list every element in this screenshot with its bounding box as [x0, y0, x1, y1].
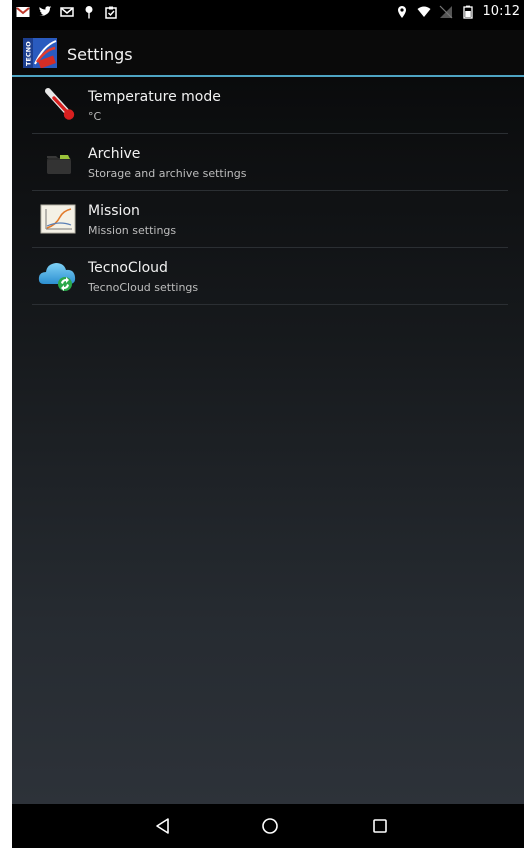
- svg-text:TECNO: TECNO: [25, 41, 33, 66]
- setting-title: Temperature mode: [88, 89, 221, 105]
- back-icon[interactable]: [154, 817, 172, 835]
- settings-list: Temperature mode °C Archive Storage and …: [32, 77, 508, 305]
- recents-icon[interactable]: [371, 817, 389, 835]
- device-screen: 10:12 TECNO Settings Temperature mode °C…: [12, 0, 524, 848]
- chart-icon: [38, 201, 78, 237]
- setting-title: Mission: [88, 203, 140, 219]
- mail-icon: [60, 4, 74, 18]
- settings-content: Temperature mode °C Archive Storage and …: [12, 77, 524, 804]
- setting-title: TecnoCloud: [88, 260, 168, 276]
- setting-archive[interactable]: Archive Storage and archive settings: [32, 134, 508, 191]
- setting-title: Archive: [88, 146, 141, 162]
- home-icon[interactable]: [261, 817, 279, 835]
- no-signal-icon: [439, 5, 453, 19]
- status-system: 10:12: [395, 4, 520, 19]
- setting-subtitle: TecnoCloud settings: [88, 281, 199, 294]
- gmail-icon: [16, 4, 30, 18]
- setting-subtitle: Mission settings: [88, 224, 177, 237]
- setting-temperature-mode[interactable]: Temperature mode °C: [32, 77, 508, 134]
- twitter-icon: [38, 4, 52, 18]
- cloud-sync-icon: [38, 258, 78, 294]
- setting-mission[interactable]: Mission Mission settings: [32, 191, 508, 248]
- clock: 10:12: [482, 4, 520, 19]
- status-notifications: [16, 4, 118, 19]
- folder-icon: [38, 144, 78, 180]
- battery-icon: [461, 5, 475, 19]
- status-bar: 10:12: [12, 0, 524, 30]
- location-icon: [395, 5, 409, 19]
- setting-tecnocloud[interactable]: TecnoCloud TecnoCloud settings: [32, 248, 508, 305]
- setting-subtitle: Storage and archive settings: [88, 167, 247, 180]
- tecno-app-icon[interactable]: TECNO: [23, 38, 57, 69]
- page-title: Settings: [67, 45, 133, 64]
- thermometer-icon: [38, 87, 78, 123]
- clipboard-icon: [104, 4, 118, 19]
- setting-subtitle: °C: [88, 110, 102, 123]
- navigation-bar: [12, 804, 524, 848]
- wifi-icon: [417, 5, 431, 19]
- pin-icon: [82, 4, 96, 19]
- action-bar: TECNO Settings: [12, 30, 524, 77]
